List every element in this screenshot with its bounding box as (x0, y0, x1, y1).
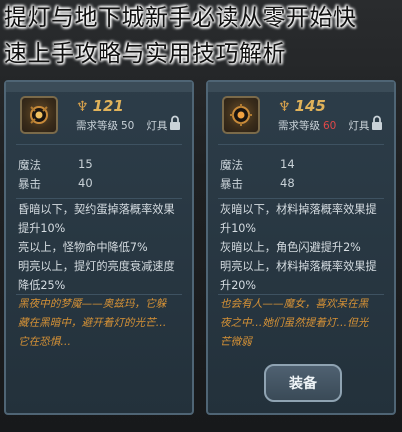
req-value: 60 (323, 120, 337, 132)
flavor-line: 黑夜中的梦魇——奥兹玛，它躲 (18, 298, 167, 310)
flavor-line: 芒微弱 (220, 336, 252, 348)
stat-row: 暴击 40 (18, 176, 93, 192)
item-card-left: ♆ 121 需求等级 50 灯具 魔法 15 暴击 40 昏暗以下，契约蛋掉落概率效果 提… (4, 80, 194, 415)
flavor-text: 黑夜中的梦魇——奥兹玛，它躲 藏在黑暗中，避开着灯的光芒… 它在恐惧… (18, 295, 184, 352)
stat-label: 暴击 (18, 177, 41, 191)
lock-icon[interactable] (370, 115, 384, 135)
req-value: 50 (121, 120, 135, 132)
stat-row: 暴击 48 (220, 176, 295, 192)
flavor-line: 藏在黑暗中，避开着灯的光芒… (18, 317, 167, 329)
divider (218, 144, 384, 145)
effect-line: 降低25% (18, 279, 66, 292)
requirement-row: 需求等级 60 灯具 (278, 118, 369, 133)
effect-line: 灰暗以上，角色闪避提升2% (220, 241, 361, 254)
flavor-line: 夜之中…她们虽然提着灯…但光 (220, 317, 369, 329)
effect-line: 升10% (220, 222, 257, 235)
stat-label: 魔法 (220, 158, 243, 172)
article-title: 提灯与地下城新手必读从零开始快 速上手攻略与实用技巧解析 (4, 0, 400, 72)
effect-text: 昏暗以下，契约蛋掉落概率效果 提升10% 亮以上，怪物命中降低7% 明亮以上，提… (18, 200, 184, 295)
effect-line: 明亮以上，提灯的亮度衰减速度 (18, 260, 175, 273)
level-icon: ♆ (76, 99, 89, 115)
effect-line: 昏暗以下，契约蛋掉落概率效果 (18, 203, 175, 216)
stat-row: 魔法 14 (220, 157, 295, 173)
flavor-text: 也会有人——魔女，喜欢呆在黑 夜之中…她们虽然提着灯…但光 芒微弱 (220, 295, 386, 352)
lantern-item-icon[interactable] (20, 96, 58, 134)
stat-value: 15 (78, 157, 93, 171)
stat-label: 魔法 (18, 158, 41, 172)
effect-line: 提升10% (18, 222, 66, 235)
requirement-row: 需求等级 50 灯具 (76, 118, 167, 133)
level-icon: ♆ (278, 99, 291, 115)
item-level: ♆ 121 (76, 96, 124, 115)
stat-value: 14 (280, 157, 295, 171)
lock-icon-glyph (372, 115, 382, 130)
stat-value: 48 (280, 176, 295, 190)
level-value: 121 (92, 97, 124, 115)
level-value: 145 (294, 97, 326, 115)
flavor-line: 它在恐惧… (18, 336, 71, 348)
req-label: 需求等级 (76, 120, 118, 132)
stat-value: 40 (78, 176, 93, 190)
card-top-strip (208, 82, 394, 92)
divider (16, 198, 182, 199)
equip-button[interactable]: 装备 (264, 364, 342, 402)
lock-icon-glyph (170, 115, 180, 130)
title-line-2: 速上手攻略与实用技巧解析 (4, 41, 286, 67)
effect-line: 明亮以上，材料掉落概率效果提 (220, 260, 377, 273)
lock-icon[interactable] (168, 115, 182, 135)
card-top-strip (6, 82, 192, 92)
lantern-icon (230, 104, 252, 126)
stat-label: 暴击 (220, 177, 243, 191)
item-level: ♆ 145 (278, 96, 326, 115)
effect-line: 灰暗以下，材料掉落概率效果提 (220, 203, 377, 216)
effect-line: 亮以上，怪物命中降低7% (18, 241, 148, 254)
stat-row: 魔法 15 (18, 157, 93, 173)
lantern-icon (30, 106, 48, 124)
item-type: 灯具 (146, 120, 168, 132)
lantern-item-icon[interactable] (222, 96, 260, 134)
item-type: 灯具 (348, 120, 370, 132)
title-line-1: 提灯与地下城新手必读从零开始快 (4, 5, 357, 31)
divider (218, 198, 384, 199)
effect-line: 升20% (220, 279, 257, 292)
divider (16, 144, 182, 145)
req-label: 需求等级 (278, 120, 320, 132)
effect-text: 灰暗以下，材料掉落概率效果提 升10% 灰暗以上，角色闪避提升2% 明亮以上，材… (220, 200, 386, 295)
item-card-right: ♆ 145 需求等级 60 灯具 魔法 14 暴击 48 灰暗以下，材料掉落概率效果提 升… (206, 80, 396, 415)
flavor-line: 也会有人——魔女，喜欢呆在黑 (220, 298, 369, 310)
